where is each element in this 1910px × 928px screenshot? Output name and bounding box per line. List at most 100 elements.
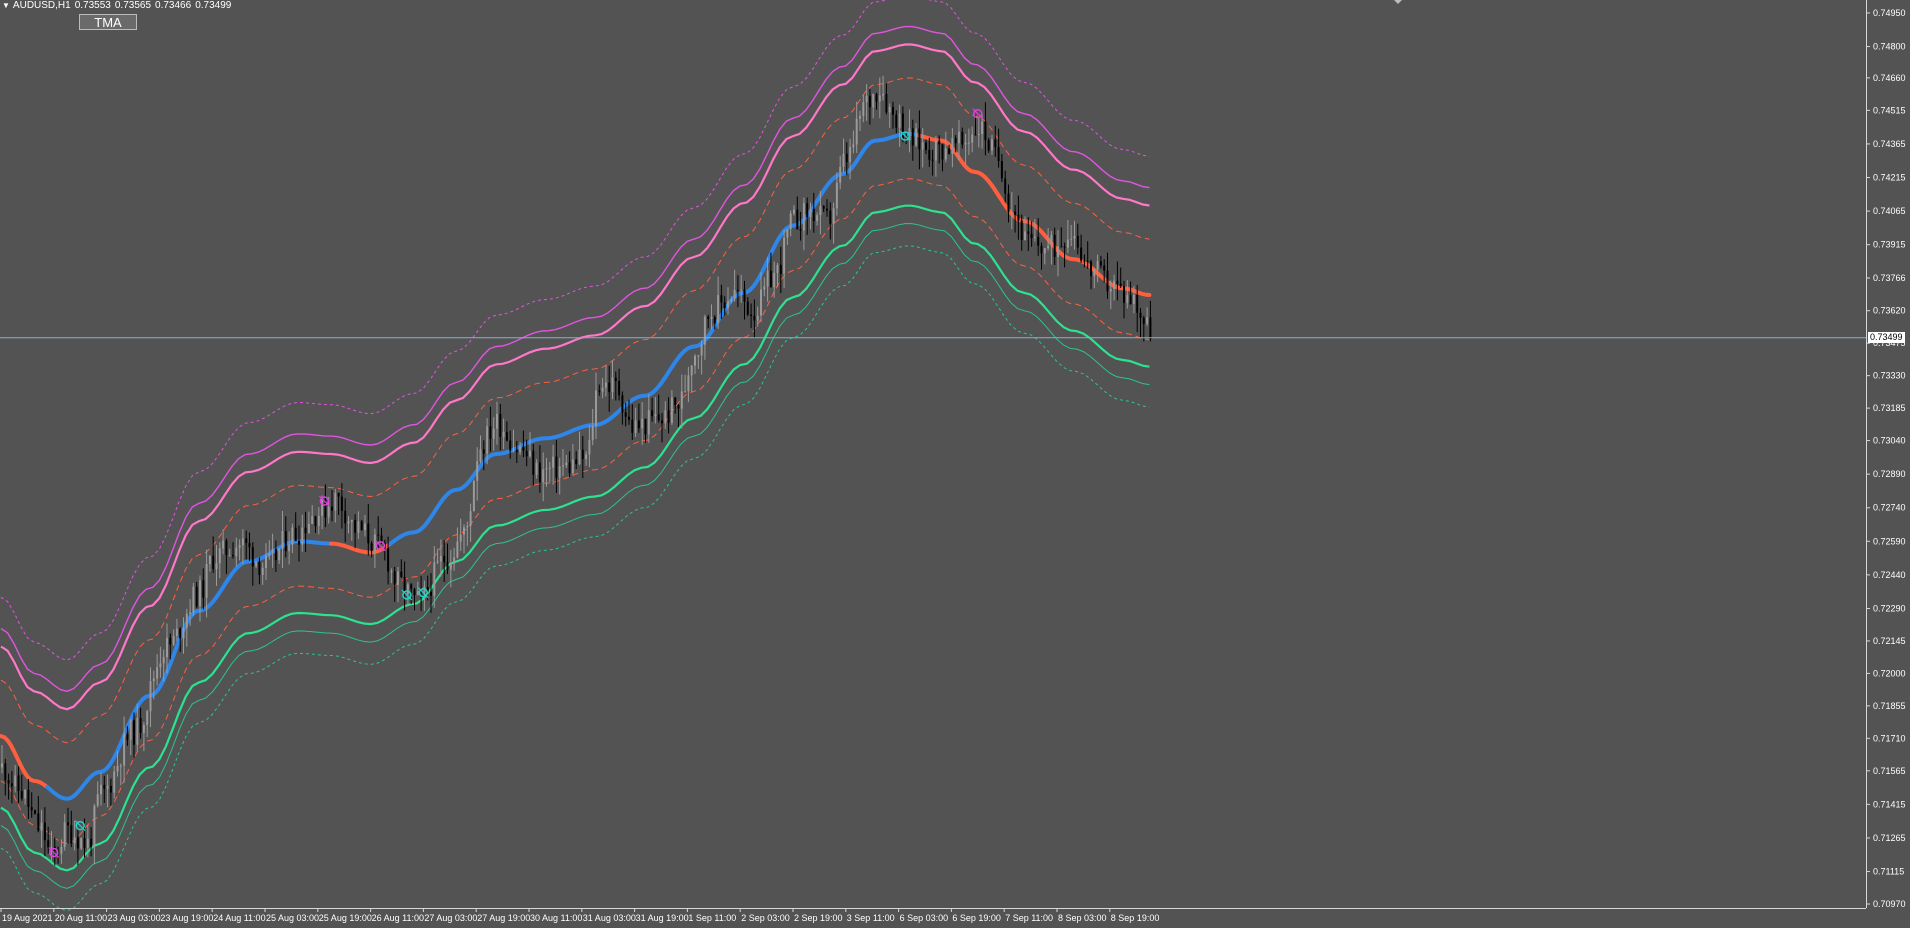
candle (397, 566, 399, 603)
candle (357, 511, 360, 540)
candle (149, 667, 152, 728)
candle (106, 774, 109, 808)
price-tick-label: 0.71565 (1873, 766, 1906, 776)
time-tick-label: 7 Sep 11:00 (1005, 913, 1053, 923)
candle (142, 722, 145, 752)
candle (585, 451, 588, 466)
candle (608, 365, 611, 412)
signal-marker-sell (375, 540, 386, 552)
price-tick-label: 0.71115 (1873, 867, 1904, 877)
candle (123, 716, 126, 783)
candle (208, 555, 211, 572)
price-chart[interactable]: 0.74950 0.74800 0.74660 0.74515 0.74365 0.742… (0, 0, 1910, 928)
candle (565, 454, 568, 469)
candle (466, 521, 469, 546)
candle (647, 394, 650, 443)
candle (291, 523, 294, 554)
candle (1139, 307, 1142, 338)
candle (644, 418, 647, 443)
candle (321, 495, 324, 530)
candle (1126, 280, 1129, 309)
tma-band-upper-2 (0, 25, 1150, 693)
tma-center-down-0 (0, 734, 50, 790)
candle (779, 246, 782, 294)
candle (802, 197, 805, 251)
candle (274, 540, 277, 572)
time-tick-label: 31 Aug 19:00 (636, 913, 689, 923)
candle (657, 394, 660, 423)
candle (67, 807, 69, 844)
candle (974, 115, 977, 136)
candle (872, 93, 875, 119)
candle (641, 402, 644, 445)
price-axis[interactable]: 0.74950 0.74800 0.74660 0.74515 0.74365 0.742… (1866, 8, 1906, 909)
candles (1, 75, 1152, 866)
candle (284, 516, 287, 558)
time-axis[interactable]: 19 Aug 2021 20 Aug 11:00 23 Aug 03:00 23 Au… (0, 908, 1159, 923)
candle (403, 561, 406, 611)
candle (1007, 184, 1010, 223)
candle (459, 518, 462, 551)
candle (611, 360, 614, 400)
tma-center-up-3 (388, 131, 921, 546)
collapse-triangle-icon[interactable]: ▼ (2, 1, 10, 10)
candle (50, 831, 53, 864)
candle (400, 559, 403, 578)
candle (420, 575, 423, 611)
candle (1096, 254, 1099, 283)
scroll-marker-icon (1394, 0, 1402, 4)
time-tick-label: 31 Aug 03:00 (583, 913, 636, 923)
candle (1037, 218, 1040, 256)
candle (103, 775, 106, 803)
candle (535, 459, 538, 479)
candle (991, 135, 993, 155)
time-tick-label: 2 Sep 19:00 (794, 913, 843, 923)
candle (865, 83, 868, 121)
candle (331, 489, 333, 522)
candle (789, 210, 792, 237)
candle (961, 127, 964, 149)
candle (578, 431, 581, 466)
candle (1004, 170, 1007, 203)
time-tick-label: 23 Aug 03:00 (108, 913, 161, 923)
candle (984, 102, 987, 156)
candle (202, 568, 205, 610)
candle (354, 514, 357, 549)
low-price: 0.73466 (155, 0, 192, 11)
candle (113, 765, 116, 799)
tma-bands (0, 0, 1152, 912)
candle (350, 519, 353, 541)
candle (53, 837, 56, 866)
candle (307, 511, 310, 534)
price-tick-label: 0.74065 (1873, 206, 1906, 216)
candle (1070, 224, 1073, 247)
candle (901, 106, 904, 143)
candle (133, 712, 135, 758)
candle (479, 435, 482, 464)
tma-band-lower-2 (0, 223, 1150, 889)
price-tick-label: 0.72740 (1873, 503, 1906, 513)
candle (337, 492, 340, 515)
candle (882, 75, 885, 101)
candle (228, 548, 231, 557)
price-tick-label: 0.73185 (1873, 403, 1906, 413)
time-tick-label: 25 Aug 03:00 (266, 913, 319, 923)
candle (733, 269, 736, 302)
candle (7, 773, 10, 800)
candle (347, 516, 350, 534)
candle (753, 299, 756, 339)
candle (898, 104, 901, 147)
candle (245, 530, 248, 560)
tma-button[interactable]: TMA (79, 14, 137, 30)
price-tick-label: 0.74365 (1873, 139, 1906, 149)
candle (925, 139, 927, 155)
signal-markers (48, 108, 984, 858)
candle (255, 561, 258, 569)
candle (618, 368, 621, 401)
candle (822, 205, 825, 213)
candle (776, 263, 779, 287)
candle (571, 444, 574, 476)
price-tick-label: 0.71415 (1873, 799, 1906, 809)
candle (159, 646, 162, 678)
candle (24, 789, 27, 805)
